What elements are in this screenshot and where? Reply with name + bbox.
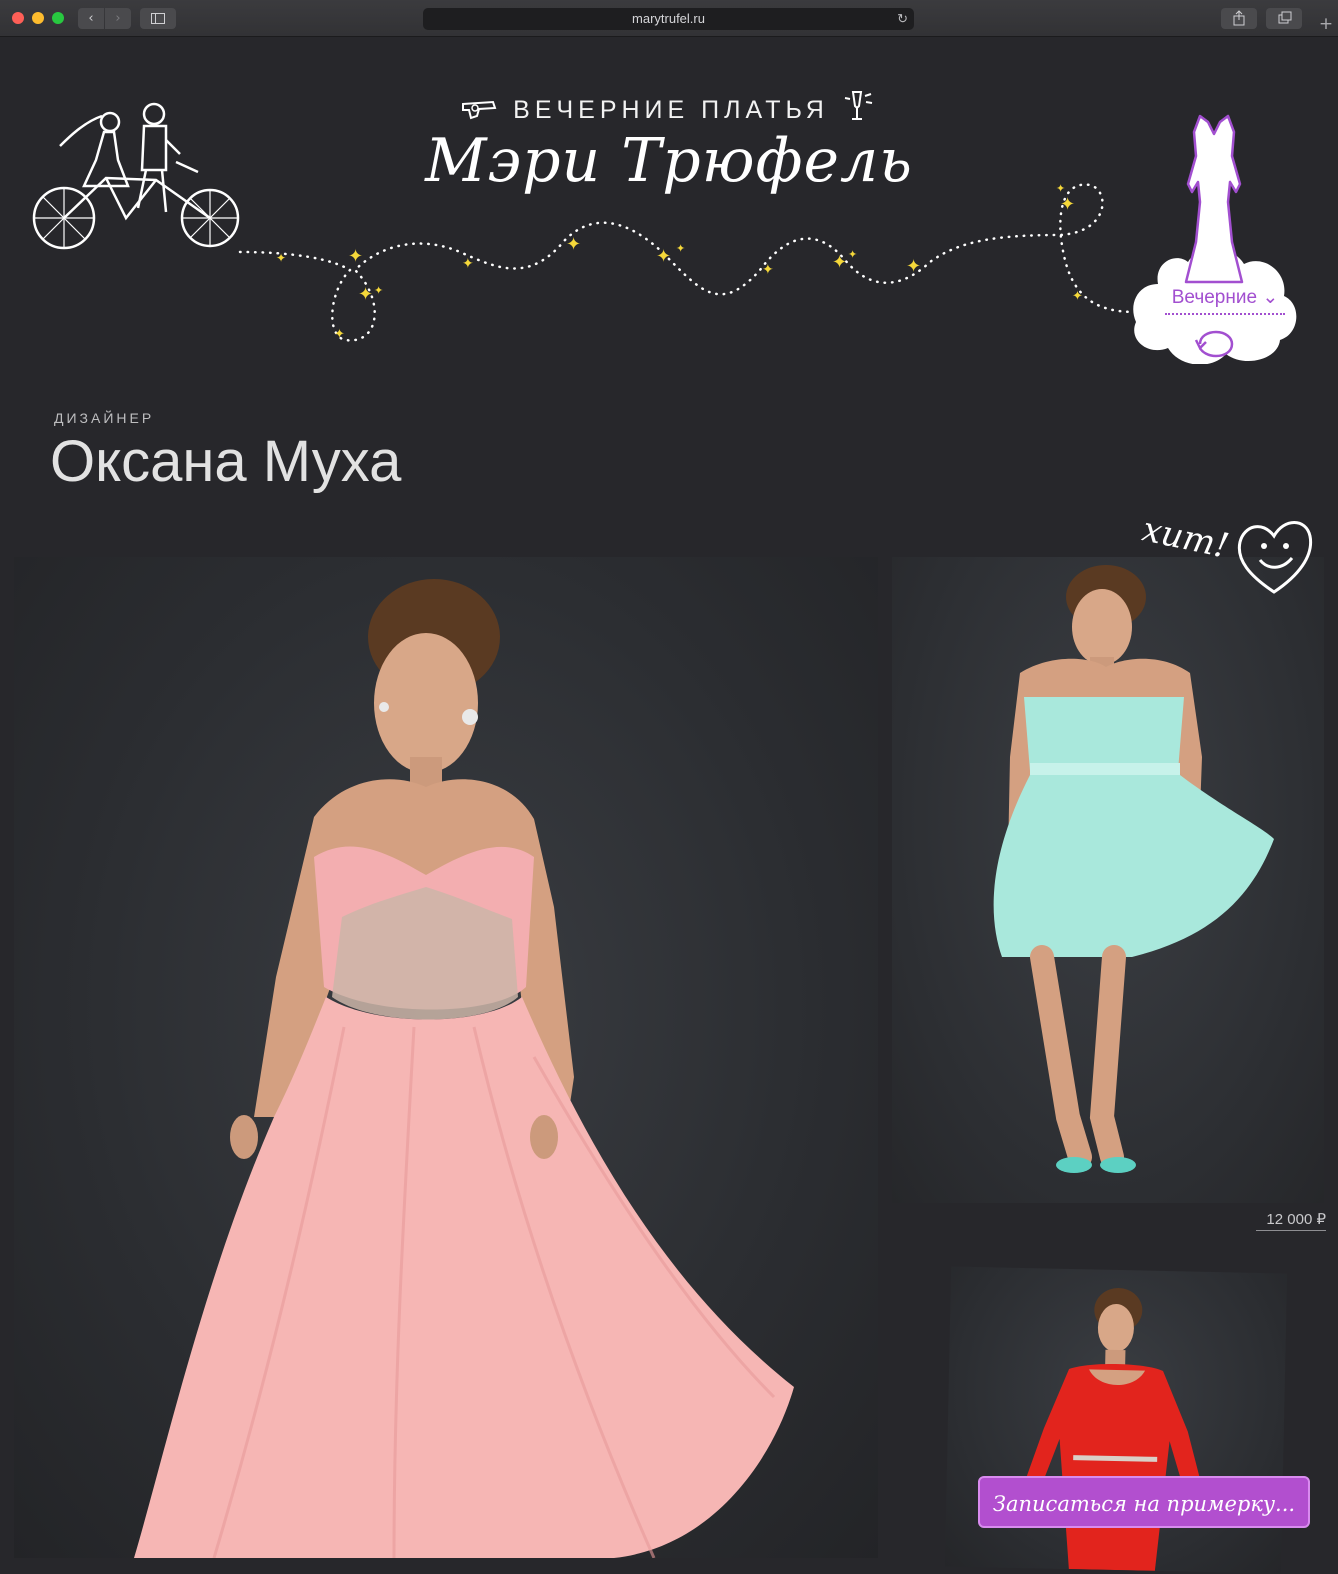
sparkle-icon: ✦ <box>374 284 383 297</box>
product-price[interactable]: 12 000 ₽ <box>1256 1210 1326 1231</box>
sparkle-icon: ✦ <box>1072 289 1083 304</box>
couple-bicycle-illustration <box>32 102 240 250</box>
designer-label: ДИЗАЙНЕР <box>54 410 155 426</box>
category-select[interactable]: Вечерние ⌄ <box>1165 286 1285 315</box>
sparkle-icon: ✦ <box>906 256 921 277</box>
sparkle-icon: ✦ <box>348 246 363 267</box>
sparkle-icon: ✦ <box>848 248 857 261</box>
designer-name: Оксана Муха <box>50 429 402 494</box>
product-photo-pink-gown[interactable] <box>14 557 878 1558</box>
pink-gown-model-image <box>134 579 794 1558</box>
sparkle-icon: ✦ <box>762 262 774 278</box>
mint-dress-model-image <box>993 565 1274 1173</box>
sparkle-icon: ✦ <box>1060 194 1075 215</box>
sparkle-icon: ✦ <box>676 242 685 255</box>
sparkle-icon: ✦ <box>566 234 581 255</box>
refresh-icon[interactable] <box>1192 326 1238 360</box>
sparkle-icon: ✦ <box>462 256 474 272</box>
sparkle-icon: ✦ <box>358 284 373 305</box>
sparkle-icon: ✦ <box>656 246 671 267</box>
product-photo-mint-dress[interactable] <box>892 557 1324 1203</box>
sparkle-icon: ✦ <box>832 252 847 273</box>
sparkle-icon: ✦ <box>334 327 345 342</box>
revolver-icon <box>462 100 497 120</box>
subtitle-text: ВЕЧЕРНИЕ ПЛАТЬЯ <box>513 96 829 124</box>
evening-dress-icon <box>1184 114 1244 284</box>
book-fitting-button[interactable]: Записаться на примерку... <box>978 1476 1310 1528</box>
champagne-glass-icon <box>844 91 873 120</box>
sparkle-icon: ✦ <box>276 251 286 265</box>
heart-smile-icon <box>1237 521 1313 594</box>
